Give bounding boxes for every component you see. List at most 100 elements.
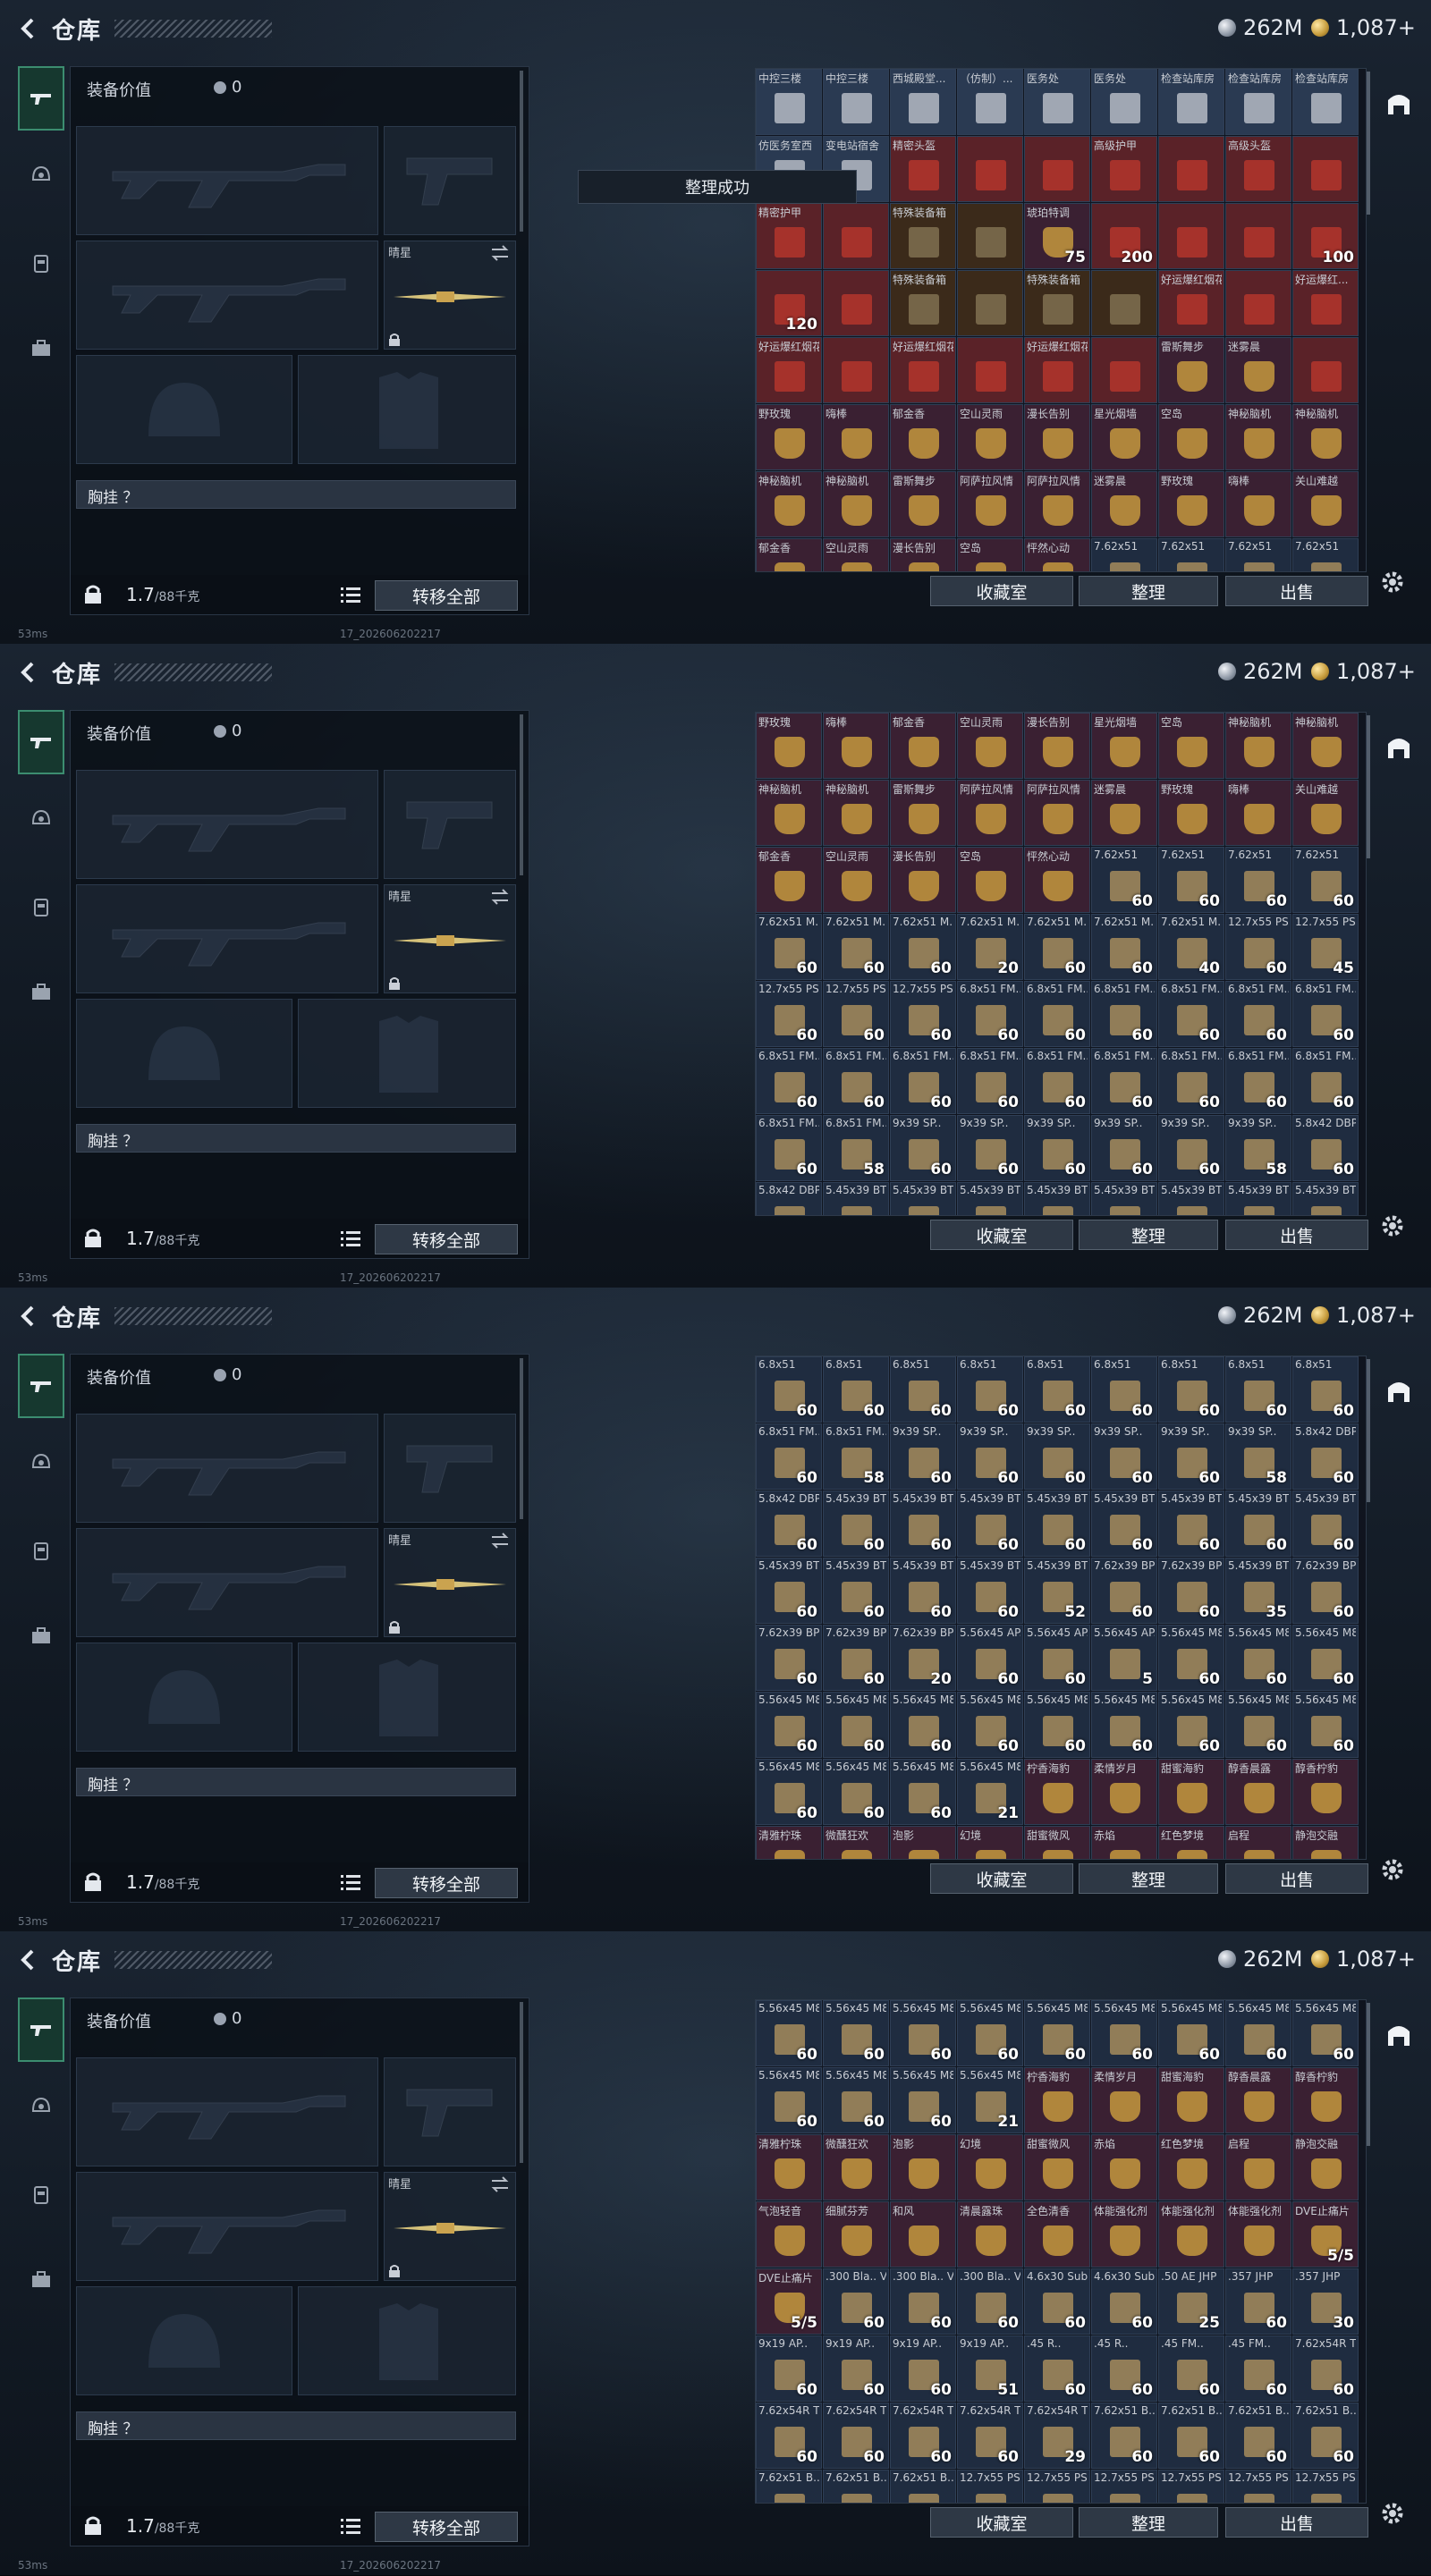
grid-cell[interactable]: 5.56x45 M855A1 60 (1158, 1692, 1224, 1758)
lock-icon[interactable] (83, 584, 103, 605)
grid-cell[interactable]: 空山灵雨 (957, 404, 1023, 470)
grid-cell[interactable]: 高级护甲 (1091, 136, 1157, 202)
secondary-weapon-slot[interactable] (76, 241, 378, 350)
tab-briefcase[interactable] (18, 1604, 64, 1668)
grid-cell[interactable] (823, 270, 889, 336)
grid-cell[interactable]: （仿制）... (957, 69, 1023, 135)
secondary-weapon-slot[interactable] (76, 1528, 378, 1637)
grid-cell[interactable]: 郁金香 (890, 404, 956, 470)
grid-cell[interactable]: 7.62x51 60 (1091, 847, 1157, 913)
grid-cell[interactable]: 5.56x45 M855A1 60 (1225, 2000, 1291, 2066)
grid-cell[interactable]: 6.8x51 FM.. 60 (756, 1423, 822, 1490)
grid-cell[interactable]: 中控三楼 (756, 69, 822, 135)
grid-cell[interactable]: 12.7x55 PS.. (1091, 2470, 1157, 2503)
grid-cell[interactable]: 4.6x30 Sub.. 60 (1024, 2268, 1090, 2335)
grid-cell[interactable]: 6.8x51 FM.. 60 (957, 1048, 1023, 1114)
grid-cell[interactable]: 7.62x51 B.. 60 (1292, 2403, 1359, 2469)
grid-cell[interactable]: 9x39 SP.. 60 (1158, 1115, 1224, 1181)
grid-cell[interactable]: 5.45x39 BT 35 (1225, 1558, 1291, 1624)
grid-cell[interactable]: 7.62x51 B.. 60 (1225, 2403, 1291, 2469)
grid-cell[interactable]: 6.8x51 FM.. 60 (1024, 1048, 1090, 1114)
grid-cell[interactable]: 5.56x45 M855A1 21 (957, 2067, 1023, 2133)
grid-cell[interactable]: 体能强化剂 (1091, 2201, 1157, 2268)
grid-cell[interactable]: 野玫瑰 (1158, 780, 1224, 846)
grid-cell[interactable] (957, 203, 1023, 269)
grid-cell[interactable]: 9x39 SP.. 60 (890, 1115, 956, 1181)
grid-cell[interactable]: 漫长告别 (890, 538, 956, 571)
grid-cell[interactable]: 中控三楼 (823, 69, 889, 135)
swap-icon[interactable] (490, 245, 510, 261)
grid-cell[interactable]: 空岛 (1158, 713, 1224, 779)
grid-cell[interactable]: 9x39 SP.. 60 (1091, 1423, 1157, 1490)
grid-cell[interactable]: 7.62x51 (1292, 538, 1359, 571)
grid-cell[interactable]: 静泡交融 (1292, 2134, 1359, 2200)
grid-cell[interactable]: 7.62x51 M.. 60 (1091, 914, 1157, 980)
grid-cell[interactable]: 5.56x45 M855A1 60 (1292, 1625, 1359, 1691)
grid-cell[interactable]: 5.45x39 BT 60 (823, 1491, 889, 1557)
grid-cell[interactable]: 神秘脑机 (823, 471, 889, 537)
tab-briefcase[interactable] (18, 2248, 64, 2312)
sell-button[interactable]: 出售 (1225, 2507, 1368, 2538)
grid-cell[interactable]: 5.56x45 AP.. 60 (1024, 1625, 1090, 1691)
grid-cell[interactable]: 全色清香 (1024, 2201, 1090, 2268)
grid-cell[interactable]: 5.45x39 BT 60 (1225, 1491, 1291, 1557)
chest-rig-slot[interactable]: 胸挂 ？ (76, 1768, 516, 1796)
grid-cell[interactable]: .45 R.. 60 (1091, 2335, 1157, 2402)
grid-cell[interactable]: 5.56x45 M855A1 60 (823, 1759, 889, 1825)
grid-cell[interactable]: 9x19 AP.. 60 (823, 2335, 889, 2402)
grid-cell[interactable]: DVE止痛片 5/5 (1292, 2201, 1359, 2268)
grid-cell[interactable]: 5.56x45 M855A1 60 (890, 1759, 956, 1825)
grid-cell[interactable]: 空山灵雨 (823, 847, 889, 913)
grid-scrollbar[interactable] (1367, 715, 1370, 858)
grid-cell[interactable]: 5.56x45 M855A1 60 (957, 1692, 1023, 1758)
grid-cell[interactable]: 5.45x39 BT 60 (957, 1491, 1023, 1557)
grid-cell[interactable]: 阿萨拉风情 (1024, 471, 1090, 537)
grid-cell[interactable] (1158, 203, 1224, 269)
grid-cell[interactable]: 神秘脑机 (756, 471, 822, 537)
grid-cell[interactable]: 12.7x55 PS.. (957, 2470, 1023, 2503)
grid-cell[interactable]: 7.62x39 BP 60 (823, 1625, 889, 1691)
grid-cell[interactable]: 野玫瑰 (756, 404, 822, 470)
grid-cell[interactable]: 漫长告别 (890, 847, 956, 913)
swap-icon[interactable] (490, 889, 510, 905)
chest-rig-slot[interactable]: 胸挂 ？ (76, 2411, 516, 2440)
grid-cell[interactable]: 5.45x39 BT (1292, 1182, 1359, 1215)
grid-cell[interactable]: 5.56x45 M855A1 60 (890, 1692, 956, 1758)
tab-helmet[interactable] (18, 1431, 64, 1495)
grid-cell[interactable]: 郁金香 (756, 847, 822, 913)
grid-cell[interactable]: 5.8x42 DBP10 60 (1292, 1423, 1359, 1490)
grid-cell[interactable]: 柔情岁月 (1091, 2067, 1157, 2133)
grid-cell[interactable]: 醇香晨露 (1225, 1759, 1291, 1825)
grid-cell[interactable]: .45 FM.. 60 (1225, 2335, 1291, 2402)
grid-cell[interactable]: 5.56x45 M855A1 60 (1292, 2000, 1359, 2066)
list-icon[interactable] (341, 2517, 360, 2535)
grid-cell[interactable]: 9x39 SP.. 60 (957, 1423, 1023, 1490)
grid-cell[interactable]: 7.62x51 M.. 40 (1158, 914, 1224, 980)
grid-cell[interactable]: 7.62x54R T.. 29 (1024, 2403, 1090, 2469)
grid-cell[interactable]: 神秘脑机 (756, 780, 822, 846)
grid-cell[interactable]: 7.62x54R T.. 60 (957, 2403, 1023, 2469)
grid-cell[interactable]: 7.62x51 M.. 60 (823, 914, 889, 980)
warehouse-grid-panel[interactable]: 野玫瑰 嗨棒 郁金香 空山灵雨 漫长告别 星光烟墙 空岛 神秘脑机 神秘脑机 神秘脑机 神秘脑机 雷斯… (755, 712, 1367, 1216)
grid-cell[interactable]: 7.62x39 BP 60 (1158, 1558, 1224, 1624)
grid-cell[interactable]: 7.62x51 B.. (823, 2470, 889, 2503)
grid-cell[interactable]: 5.56x45 M855A1 60 (756, 2067, 822, 2133)
grid-cell[interactable]: 7.62x51 B.. 60 (1091, 2403, 1157, 2469)
grid-cell[interactable]: 和风 (890, 2201, 956, 2268)
armor-slot[interactable] (298, 2286, 516, 2395)
grid-cell[interactable]: 特殊装备箱 (890, 203, 956, 269)
lock-icon[interactable] (83, 1871, 103, 1893)
grid-cell[interactable]: 12.7x55 PS.. (1225, 2470, 1291, 2503)
grid-cell[interactable]: 雷斯舞步 (1158, 337, 1224, 403)
grid-cell[interactable]: 5.45x39 BT 60 (1091, 1491, 1157, 1557)
gold-currency[interactable]: 1,087+ (1311, 658, 1416, 685)
organize-button[interactable]: 整理 (1079, 1863, 1218, 1894)
grid-cell[interactable]: 9x39 SP.. 60 (957, 1115, 1023, 1181)
grid-cell[interactable]: 12.7x55 PS.. (1158, 2470, 1224, 2503)
grid-cell[interactable]: 6.8x51 FM.. 60 (1292, 1048, 1359, 1114)
grid-cell[interactable]: 7.62x51 (1158, 538, 1224, 571)
loadout-scrollbar[interactable] (520, 1358, 523, 1519)
grid-cell[interactable]: 9x39 SP.. 58 (1225, 1423, 1291, 1490)
grid-cell[interactable]: 200 (1091, 203, 1157, 269)
collection-room-button[interactable]: 收藏室 (930, 576, 1073, 606)
